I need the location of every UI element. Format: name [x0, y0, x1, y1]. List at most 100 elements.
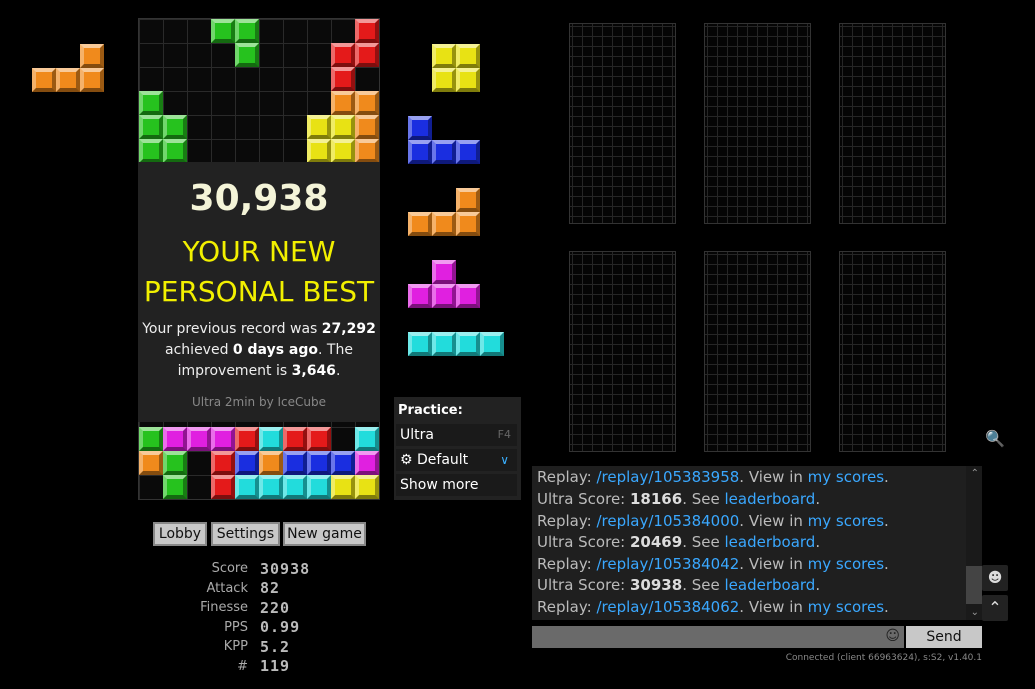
replay-link[interactable]: /replay/105383958 [596, 468, 739, 486]
scroll-thumb[interactable] [966, 566, 982, 604]
users-icon[interactable]: ☻ [982, 565, 1008, 591]
chat-log: Replay: /replay/105383958 . View in my sc… [532, 466, 982, 620]
stat-row: PPS 0.99 [190, 618, 310, 638]
preset-dropdown[interactable]: ⚙ Default ∨ [396, 449, 517, 471]
board-cell [355, 427, 379, 451]
scroll-up-icon[interactable]: ⌃ [971, 468, 979, 479]
score-value: 20469 [630, 533, 683, 551]
board-cell [331, 115, 355, 139]
board-cell [307, 451, 331, 475]
board-cell [307, 139, 331, 163]
leaderboard-link[interactable]: leaderboard [724, 490, 815, 508]
board-cell [355, 91, 379, 115]
msg-text: . [884, 555, 889, 573]
board-cell [211, 475, 235, 499]
leaderboard-link[interactable]: leaderboard [724, 533, 815, 551]
board-cell [259, 475, 283, 499]
my-scores-link[interactable]: my scores [808, 555, 884, 573]
improvement-value: 3,646 [291, 363, 336, 379]
replay-link[interactable]: /replay/105384062 [596, 598, 739, 616]
board-cell [331, 475, 355, 499]
lobby-button[interactable]: Lobby [153, 522, 207, 546]
stat-row: Finesse 220 [190, 598, 310, 618]
stat-value: 119 [260, 657, 291, 676]
msg-text: . [815, 490, 821, 508]
connection-status: Connected (client 66963624), s:S2, v1.40… [785, 653, 982, 663]
msg-text: . [815, 533, 821, 551]
board-cell [235, 19, 259, 43]
opponent-board [839, 23, 946, 224]
prev-record-value: 27,292 [321, 321, 376, 337]
settings-button[interactable]: Settings [211, 522, 280, 546]
stat-value: 30938 [260, 559, 311, 578]
board-cell [283, 475, 307, 499]
chat-scrollbar[interactable]: ⌃ ⌄ [966, 466, 982, 620]
replay-link[interactable]: /replay/105384042 [596, 555, 739, 573]
my-scores-link[interactable]: my scores [808, 598, 884, 616]
leaderboard-link[interactable]: leaderboard [724, 576, 815, 594]
chat-input[interactable]: ☺ [532, 626, 904, 648]
msg-text: . View in [739, 598, 808, 616]
msg-text: . [884, 598, 889, 616]
my-scores-link[interactable]: my scores [808, 512, 884, 530]
mode-label: Ultra 2min by IceCube [191, 395, 327, 409]
replay-link[interactable]: /replay/105384000 [596, 512, 739, 530]
board-cell [331, 139, 355, 163]
board-cell [331, 451, 355, 475]
practice-title: Practice: [398, 403, 463, 418]
preset-label: Default [417, 452, 469, 468]
send-button[interactable]: Send [906, 626, 982, 648]
stats-panel: Score 30938 Attack 82 Finesse 220 PPS 0.99 K… [190, 559, 310, 676]
practice-panel: Practice: Ultra F4 ⚙ Default ∨ Show more [394, 397, 521, 500]
board-cell [355, 451, 379, 475]
stat-value: 5.2 [260, 637, 291, 656]
board-cell [139, 139, 163, 163]
board-cell [235, 475, 259, 499]
my-scores-link[interactable]: my scores [808, 468, 884, 486]
board-cell [139, 451, 163, 475]
stat-value: 0.99 [260, 618, 301, 637]
msg-text: Replay: [537, 555, 597, 573]
opponent-board [704, 23, 811, 224]
board-cell [163, 427, 187, 451]
chat-message: Replay: /replay/105383958. View in my sc… [537, 468, 889, 486]
emoji-icon[interactable]: ☺ [885, 628, 900, 644]
board-cell [163, 139, 187, 163]
new-game-button[interactable]: New game [283, 522, 366, 546]
board-cell [211, 19, 235, 43]
chevron-up-icon[interactable]: ⌃ [982, 595, 1008, 621]
result-panel: 30,938 YOUR NEW PERSONAL BEST Your previ… [138, 162, 380, 422]
opponent-board [839, 251, 946, 452]
zoom-icon[interactable]: 🔍 [982, 426, 1008, 452]
board-cell [211, 451, 235, 475]
practice-mode-ultra[interactable]: Ultra F4 [396, 424, 517, 446]
stat-label: Score [211, 561, 248, 577]
achieved-value: 0 days ago [232, 342, 318, 358]
stat-label: Finesse [200, 600, 248, 616]
msg-text: . View in [739, 555, 808, 573]
show-more-button[interactable]: Show more [396, 474, 517, 496]
msg-text: Ultra Score: [537, 576, 630, 594]
opponent-board [704, 251, 811, 452]
stat-row: Attack 82 [190, 579, 310, 599]
score-value: 18166 [630, 490, 683, 508]
stat-label: KPP [223, 639, 248, 655]
chat-message: Replay: /replay/105384042. View in my sc… [537, 555, 889, 573]
msg-text: . View in [739, 512, 808, 530]
personal-best-headline: YOUR NEW PERSONAL BEST [138, 232, 380, 312]
shortcut-hint: F4 [497, 428, 511, 441]
stat-value: 220 [260, 598, 291, 617]
board-cell [307, 475, 331, 499]
board-cell [331, 43, 355, 67]
msg-text: Replay: [537, 468, 597, 486]
board-cell [355, 139, 379, 163]
stat-label: Attack [206, 580, 248, 596]
board-cell [355, 19, 379, 43]
stat-value: 82 [260, 579, 281, 598]
board-cell [259, 427, 283, 451]
msg-text: Replay: [537, 512, 597, 530]
final-score: 30,938 [189, 178, 329, 219]
scroll-down-icon[interactable]: ⌄ [971, 607, 979, 618]
board-cell [235, 451, 259, 475]
board-cell [163, 451, 187, 475]
